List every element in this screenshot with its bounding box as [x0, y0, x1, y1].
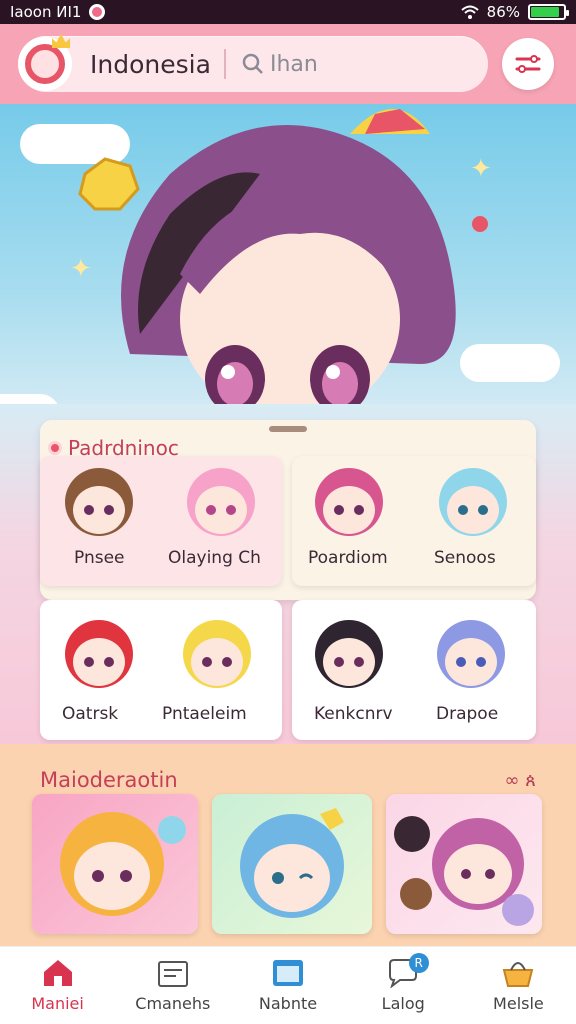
category-section: Padrdninoc Pnsee Olaying Ch Poardiom Sen… — [0, 404, 576, 744]
flower-icon — [48, 441, 62, 455]
battery-level — [531, 7, 559, 17]
toggle-icon — [515, 55, 541, 73]
nav-item-chat[interactable]: R Lalog — [346, 947, 461, 1024]
menu-button[interactable] — [502, 38, 554, 90]
category-label: Olaying Ch — [168, 548, 261, 568]
window-icon — [273, 960, 303, 986]
nav-label: Maniei — [31, 994, 84, 1013]
character-magenta-hair — [315, 468, 383, 536]
category-label: Pnsee — [74, 548, 125, 568]
home-icon — [43, 960, 72, 986]
featured-tile[interactable] — [386, 794, 542, 934]
search-icon — [242, 53, 263, 74]
app-header: Indonesia Ihan — [0, 24, 576, 104]
character-brown-hair — [65, 468, 133, 536]
drag-handle[interactable] — [269, 426, 307, 432]
battery-icon — [528, 4, 569, 20]
category-label: Kenkcnrv — [314, 704, 393, 724]
basket-icon — [503, 962, 534, 987]
wifi-icon — [460, 5, 479, 19]
status-text: Iaoon ИI1 — [10, 3, 82, 21]
featured-character — [60, 812, 186, 916]
category-label: Poardiom — [308, 548, 388, 568]
category-label: Senoos — [434, 548, 496, 568]
nav-item-cards[interactable]: Cmanehs — [115, 947, 230, 1024]
section-title: Maioderaotin — [40, 768, 178, 792]
nav-item-window[interactable]: Nabnte — [230, 947, 345, 1024]
featured-tile[interactable] — [32, 794, 198, 934]
nav-label: Nabnte — [258, 994, 318, 1013]
chat-badge: R — [408, 953, 429, 973]
character-blonde-hair — [183, 620, 251, 688]
character-cyan-hair — [439, 468, 507, 536]
character-black-hair — [315, 620, 383, 688]
featured-tile[interactable] — [212, 794, 372, 934]
crown-icon — [52, 34, 70, 48]
hero-banner[interactable]: ✦ ✦ — [0, 104, 576, 424]
status-bar: Iaoon ИI1 86% — [0, 0, 576, 24]
region-selector[interactable]: Indonesia — [90, 50, 212, 79]
character-red-hair — [65, 620, 133, 688]
category-label: Pntaeleim — [162, 704, 247, 724]
nav-label: Lalog — [381, 994, 425, 1013]
app-logo[interactable] — [18, 34, 72, 91]
cards-icon — [157, 961, 188, 987]
nav-item-home[interactable]: Maniei — [0, 947, 115, 1024]
category-card[interactable]: Kenkcnrv Drapoe — [292, 600, 536, 740]
category-card[interactable]: Poardiom Senoos — [292, 456, 536, 586]
featured-section: Maioderaotin ∞ ጰ — [0, 744, 576, 946]
header-divider — [224, 49, 226, 79]
category-card[interactable]: Pnsee Olaying Ch — [40, 456, 282, 586]
nav-label: Melsle — [493, 994, 544, 1013]
header-search-bar: Indonesia Ihan — [18, 34, 488, 92]
featured-character — [240, 808, 344, 918]
logo-ring — [25, 44, 65, 84]
section-more-link[interactable]: ∞ ጰ — [505, 770, 536, 791]
category-card[interactable]: Oatrsk Pntaeleim — [40, 600, 282, 740]
category-label: Drapoe — [436, 704, 499, 724]
bottom-navigation: Maniei Cmanehs Nabnte R Lalog Melsle — [0, 946, 576, 1024]
hero-character — [78, 109, 488, 424]
battery-percent: 86% — [486, 3, 520, 21]
character-lavender-hair — [437, 620, 505, 688]
search-placeholder: Ihan — [270, 51, 318, 77]
nav-item-basket[interactable]: Melsle — [461, 947, 576, 1024]
nav-label: Cmanehs — [135, 994, 211, 1013]
search-input[interactable]: Ihan — [242, 52, 318, 77]
category-label: Oatrsk — [62, 704, 119, 724]
character-pink-hair — [187, 468, 255, 536]
notification-icon — [89, 4, 106, 20]
featured-character — [394, 816, 534, 926]
